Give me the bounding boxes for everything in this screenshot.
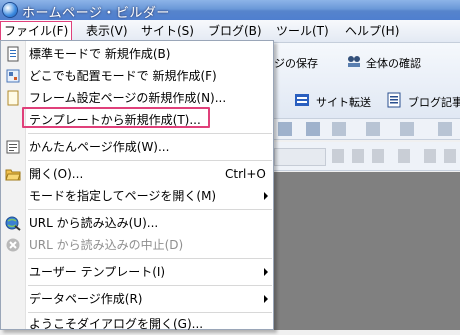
toolbar-button-icon[interactable]	[332, 122, 346, 136]
menu-separator	[28, 258, 272, 259]
blog-article-button[interactable]: ブログ記事	[408, 94, 460, 110]
format-toolbar	[270, 118, 460, 140]
menu-item-data-page[interactable]: データページ作成(R)	[1, 288, 273, 310]
blog-article-icon	[387, 92, 401, 108]
menu-item-shortcut: Ctrl+O	[225, 167, 266, 181]
menu-item-new-frame[interactable]: フレーム設定ページの新規作成(N)...	[1, 87, 273, 109]
menu-view[interactable]: 表示(V)	[86, 23, 128, 39]
check-all-icon	[348, 56, 360, 67]
menu-item-load-url[interactable]: URL から読み込み(U)...	[1, 212, 273, 234]
menu-tools[interactable]: ツール(T)	[276, 23, 329, 39]
menu-separator	[28, 209, 272, 210]
toolbar-button-icon[interactable]	[400, 122, 414, 136]
easy-page-icon	[6, 140, 20, 154]
menu-separator	[28, 133, 272, 134]
menu-item-new-standard[interactable]: 標準モードで 新規作成(B)	[1, 43, 273, 65]
format-icon[interactable]	[424, 149, 436, 163]
open-folder-icon	[5, 169, 21, 181]
check-all-button[interactable]: 全体の確認	[366, 55, 421, 71]
menu-item-easy-page[interactable]: かんたんページ作成(W)...	[1, 136, 273, 158]
title-bar: ホームページ・ビルダー	[0, 0, 460, 21]
anywhere-layout-icon	[6, 69, 20, 83]
menu-item-label: どこでも配置モードで 新規作成(F)	[29, 69, 217, 83]
menu-item-open[interactable]: 開く(O)... Ctrl+O	[1, 163, 273, 185]
italic-icon[interactable]	[352, 149, 364, 163]
menu-item-label: データページ作成(R)	[29, 292, 143, 306]
bold-icon[interactable]	[332, 149, 344, 163]
menu-item-label: モードを指定してページを開く(M)	[29, 189, 217, 203]
frame-page-icon	[7, 90, 19, 106]
file-menu-dropdown: 標準モードで 新規作成(B) どこでも配置モードで 新規作成(F) フレーム設定…	[0, 40, 274, 331]
underline-icon[interactable]	[372, 149, 384, 163]
menu-file[interactable]: ファイル(F)	[0, 21, 73, 40]
url-globe-icon	[5, 216, 21, 231]
stop-icon	[6, 238, 20, 252]
submenu-arrow-icon	[264, 295, 268, 303]
menu-help[interactable]: ヘルプ(H)	[345, 23, 399, 39]
toolbar-button-icon[interactable]	[366, 122, 380, 136]
toolbar-button-icon[interactable]	[438, 122, 452, 136]
menu-item-stop-url-load[interactable]: URL から読み込みの中止(D)	[1, 234, 273, 256]
menu-site[interactable]: サイト(S)	[141, 23, 194, 39]
menu-item-label: フレーム設定ページの新規作成(N)...	[29, 91, 227, 105]
site-transfer-button[interactable]: サイト転送	[316, 94, 371, 110]
toolbar-button-icon[interactable]	[306, 122, 320, 136]
submenu-arrow-icon	[264, 268, 268, 276]
menu-item-open-with-mode[interactable]: モードを指定してページを開く(M)	[1, 185, 273, 207]
format-icon[interactable]	[444, 149, 456, 163]
toolbar-button-icon[interactable]	[278, 122, 292, 136]
style-toolbar	[270, 142, 460, 171]
window-title: ホームページ・ビルダー	[22, 6, 170, 21]
menu-item-welcome-dialog[interactable]: ようこそダイアログを開く(G)...	[1, 313, 273, 335]
submenu-arrow-icon	[264, 192, 268, 200]
menu-separator	[28, 160, 272, 161]
menu-item-label: ユーザー テンプレート(I)	[29, 265, 166, 279]
format-icon[interactable]	[398, 149, 410, 163]
menu-item-new-anywhere[interactable]: どこでも配置モードで 新規作成(F)	[1, 65, 273, 87]
menu-blog[interactable]: ブログ(B)	[208, 23, 262, 39]
menu-separator	[28, 285, 272, 286]
menu-item-label: 標準モードで 新規作成(B)	[29, 47, 171, 61]
new-document-icon	[7, 46, 19, 62]
menu-item-label: URL から読み込み(U)...	[29, 216, 159, 230]
menu-item-label: URL から読み込みの中止(D)	[29, 238, 184, 252]
site-transfer-icon	[295, 94, 309, 106]
app-logo-icon	[3, 3, 17, 17]
save-page-button[interactable]: ジの保存	[274, 55, 318, 71]
main-toolbar: ジの保存 全体の確認 サイト転送 ブログ記事	[270, 43, 460, 123]
editor-area	[270, 172, 460, 330]
font-select[interactable]	[274, 148, 326, 166]
menu-item-label: 開く(O)...	[29, 167, 84, 181]
highlight-annotation	[22, 107, 210, 128]
menu-item-user-template[interactable]: ユーザー テンプレート(I)	[1, 261, 273, 283]
menu-item-label: かんたんページ作成(W)...	[29, 140, 170, 154]
